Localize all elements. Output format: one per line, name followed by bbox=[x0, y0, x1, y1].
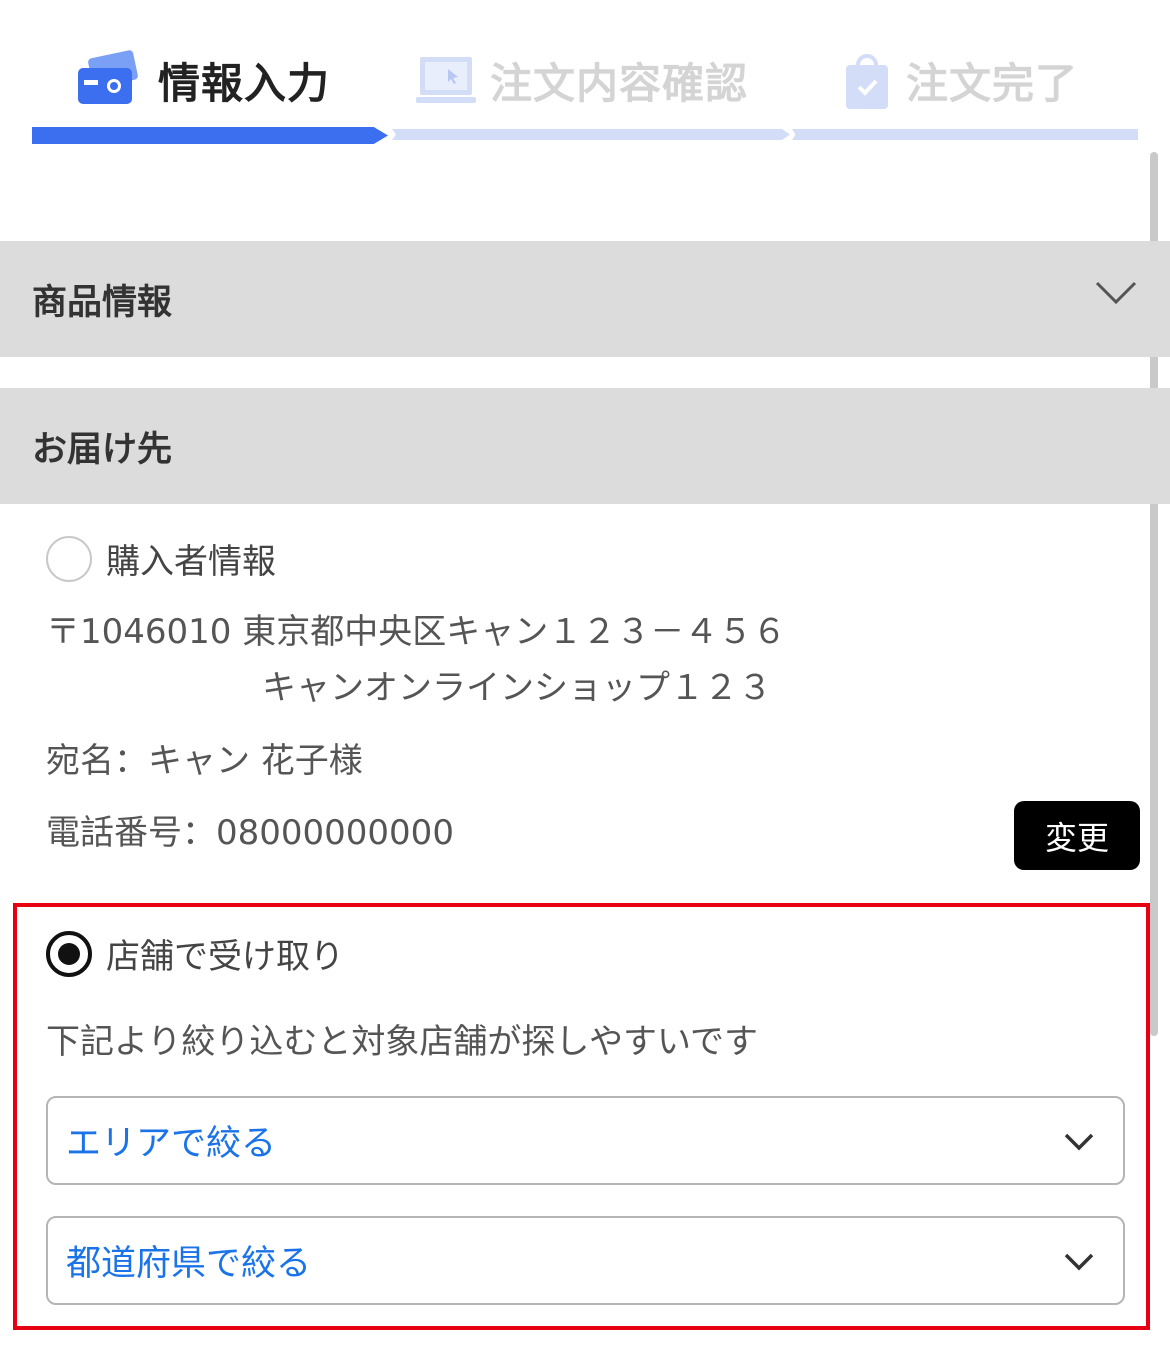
store-pickup-radio[interactable] bbox=[46, 930, 92, 977]
store-pickup-option[interactable]: 店舗で受け取り bbox=[46, 929, 344, 978]
step-label: 注文内容確認 bbox=[490, 58, 749, 108]
delivery-section-header: お届け先 bbox=[0, 388, 1170, 504]
step-progress-active bbox=[32, 127, 388, 144]
chevron-down-icon bbox=[1064, 1253, 1094, 1271]
step-order-complete: 注文完了 bbox=[844, 40, 1078, 120]
store-filter-hint: 下記より絞り込むと対象店舗が探しやすいです bbox=[46, 1022, 758, 1062]
prefecture-filter-select[interactable]: 都道府県で絞る bbox=[46, 1216, 1125, 1305]
step-label: 情報入力 bbox=[158, 58, 331, 108]
buyer-info-radio[interactable] bbox=[46, 535, 92, 582]
step-order-confirm: 注文内容確認 bbox=[416, 40, 748, 120]
section-title: 商品情報 bbox=[32, 282, 173, 323]
area-filter-select[interactable]: エリアで絞る bbox=[46, 1096, 1125, 1185]
buyer-info-label: 購入者情報 bbox=[106, 542, 276, 582]
laptop-icon bbox=[416, 57, 476, 103]
credit-card-icon bbox=[78, 50, 138, 104]
step-label: 注文完了 bbox=[906, 58, 1079, 108]
step-info-input: 情報入力 bbox=[76, 40, 330, 120]
chevron-down-icon bbox=[1095, 281, 1137, 305]
prefecture-filter-label: 都道府県で絞る bbox=[66, 1244, 312, 1284]
change-button[interactable]: 変更 bbox=[1014, 801, 1140, 870]
chevron-down-icon bbox=[1064, 1133, 1094, 1151]
shopping-bag-icon bbox=[846, 54, 888, 109]
buyer-address-line2: キャンオンラインショップ１２３ bbox=[262, 668, 772, 708]
step-progress-inactive bbox=[792, 129, 1138, 140]
product-info-accordion[interactable]: 商品情報 bbox=[0, 241, 1170, 357]
step-indicator: 情報入力 注文内容確認 注文完了 bbox=[0, 0, 1170, 150]
buyer-address-line1: 〒1046010 東京都中央区キャン１２３－４５６ bbox=[46, 612, 787, 652]
buyer-recipient: 宛名：キャン 花子様 bbox=[46, 741, 363, 781]
step-progress-inactive bbox=[392, 129, 790, 140]
buyer-phone: 電話番号：08000000000 bbox=[46, 813, 454, 853]
area-filter-label: エリアで絞る bbox=[66, 1124, 277, 1164]
buyer-info-option[interactable]: 購入者情報 bbox=[46, 534, 276, 583]
section-title: お届け先 bbox=[32, 429, 173, 470]
checkout-page: 情報入力 注文内容確認 注文完了 商品情報 お届け先 購入者情報 〒104601… bbox=[0, 0, 1170, 1365]
store-pickup-label: 店舗で受け取り bbox=[106, 937, 344, 977]
